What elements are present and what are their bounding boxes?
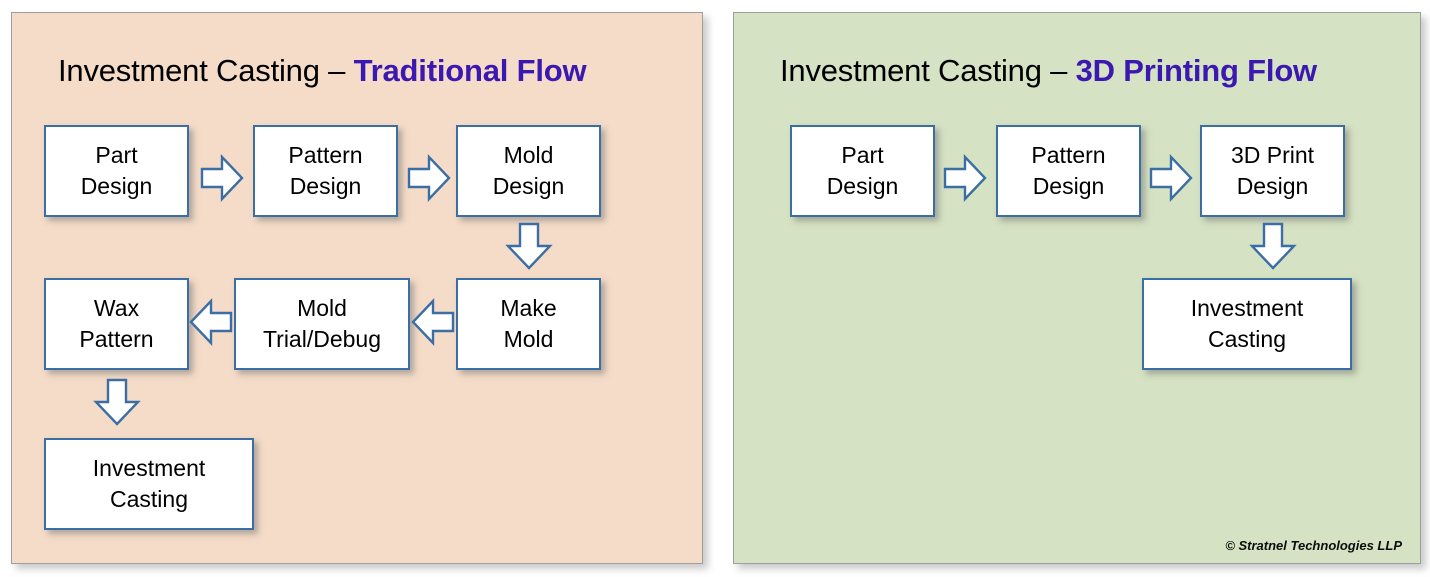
arrow-part-to-pattern-icon xyxy=(943,154,987,202)
box-part-design[interactable]: Part Design xyxy=(790,125,935,217)
box-investment-casting-line1: Investment xyxy=(1190,295,1304,321)
diagram-canvas: Investment Casting – Traditional Flow Pa… xyxy=(0,0,1430,577)
arrow-wax-to-investment-icon xyxy=(93,378,141,428)
box-pattern-design-line1: Pattern xyxy=(288,142,363,168)
copyright-notice: © Stratnel Technologies LLP xyxy=(1225,538,1402,553)
box-wax-pattern-line1: Wax xyxy=(93,295,140,321)
box-3d-print-design-line2: Design xyxy=(1236,173,1309,199)
box-mold-design-line2: Design xyxy=(492,173,565,199)
box-3d-print-design[interactable]: 3D Print Design xyxy=(1200,125,1345,217)
box-part-design-line2: Design xyxy=(80,173,153,199)
box-make-mold[interactable]: Make Mold xyxy=(456,278,601,370)
arrow-mold-design-to-make-mold-icon xyxy=(505,222,553,272)
box-make-mold-line1: Make xyxy=(500,295,557,321)
arrow-3dprint-to-investment-icon xyxy=(1249,222,1297,272)
box-mold-trial-debug-line2: Trial/Debug xyxy=(262,326,382,352)
arrow-part-to-pattern-icon xyxy=(200,154,244,202)
box-pattern-design[interactable]: Pattern Design xyxy=(996,125,1141,217)
arrow-pattern-to-mold-icon xyxy=(407,154,451,202)
box-wax-pattern[interactable]: Wax Pattern xyxy=(44,278,189,370)
arrow-pattern-to-3dprint-icon xyxy=(1149,154,1193,202)
arrow-trial-to-wax-icon xyxy=(189,298,233,346)
panel-3dprinting-title-accent: 3D Printing Flow xyxy=(1075,53,1318,88)
box-wax-pattern-line2: Pattern xyxy=(79,326,154,352)
panel-3dprinting-title-prefix: Investment Casting – xyxy=(780,53,1076,88)
panel-traditional-title-accent: Traditional Flow xyxy=(353,53,587,88)
box-part-design[interactable]: Part Design xyxy=(44,125,189,217)
box-pattern-design[interactable]: Pattern Design xyxy=(253,125,398,217)
box-mold-trial-debug-line1: Mold xyxy=(297,295,347,321)
box-pattern-design-line1: Pattern xyxy=(1031,142,1106,168)
panel-3d-printing-flow: Investment Casting – 3D Printing Flow Pa… xyxy=(733,12,1421,564)
box-3d-print-design-line1: 3D Print xyxy=(1230,142,1315,168)
box-mold-design[interactable]: Mold Design xyxy=(456,125,601,217)
box-pattern-design-line2: Design xyxy=(289,173,362,199)
arrow-make-mold-to-trial-icon xyxy=(411,298,455,346)
box-pattern-design-line2: Design xyxy=(1032,173,1105,199)
box-part-design-line2: Design xyxy=(826,173,899,199)
panel-traditional-title-prefix: Investment Casting – xyxy=(58,53,354,88)
panel-traditional-flow: Investment Casting – Traditional Flow Pa… xyxy=(11,12,703,564)
box-investment-casting-line2: Casting xyxy=(1208,326,1286,352)
box-mold-trial-debug[interactable]: Mold Trial/Debug xyxy=(234,278,410,370)
box-make-mold-line2: Mold xyxy=(503,326,554,352)
panel-3dprinting-title: Investment Casting – 3D Printing Flow xyxy=(780,51,1317,91)
box-part-design-line1: Part xyxy=(841,142,884,168)
box-part-design-line1: Part xyxy=(95,142,138,168)
box-investment-casting[interactable]: Investment Casting xyxy=(1142,278,1352,370)
box-investment-casting[interactable]: Investment Casting xyxy=(44,438,254,530)
box-investment-casting-line2: Casting xyxy=(110,486,188,512)
box-mold-design-line1: Mold xyxy=(503,142,554,168)
panel-traditional-title: Investment Casting – Traditional Flow xyxy=(58,51,587,91)
box-investment-casting-line1: Investment xyxy=(92,455,206,481)
